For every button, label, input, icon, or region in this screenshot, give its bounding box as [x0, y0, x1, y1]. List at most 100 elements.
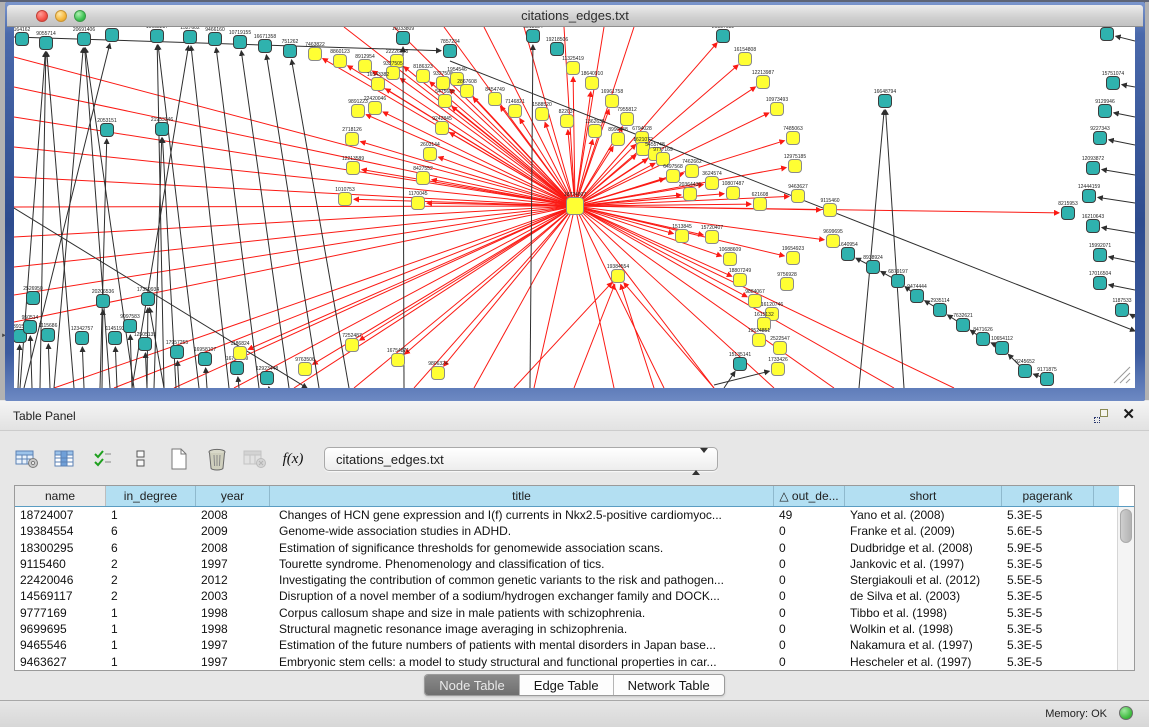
network-node-selected[interactable]: 2867608 [457, 79, 477, 98]
network-node-teal[interactable]: 164162 [14, 27, 31, 46]
network-node-selected[interactable]: 7955812 [617, 107, 637, 126]
cell-out_de[interactable]: 0 [774, 605, 845, 621]
network-node-selected[interactable]: 8427552 [413, 166, 433, 185]
network-node-teal[interactable]: 7857234 [440, 39, 460, 58]
cell-pagerank[interactable]: 5.6E-5 [1002, 523, 1094, 539]
cell-year[interactable]: 1997 [196, 654, 270, 670]
network-node-selected[interactable]: 2718126 [342, 127, 362, 146]
tab-edge-table[interactable]: Edge Table [520, 675, 614, 695]
network-node-selected[interactable]: 1170045 [408, 191, 427, 210]
cell-pagerank[interactable]: 5.3E-5 [1002, 605, 1094, 621]
network-node-teal[interactable]: 1986371 [102, 27, 122, 42]
network-node-selected[interactable]: 20364436 [679, 182, 701, 201]
network-node-teal[interactable]: 15992071 [1089, 243, 1111, 262]
vertical-scrollbar[interactable] [1117, 507, 1134, 670]
cell-pagerank[interactable]: 5.3E-5 [1002, 556, 1094, 572]
network-node-teal[interactable]: 9245652 [1015, 359, 1035, 378]
cell-in_degree[interactable]: 1 [106, 605, 196, 621]
network-node-teal[interactable]: 2053151 [97, 118, 117, 137]
delete-rows-trash-icon[interactable] [204, 447, 230, 471]
cell-name[interactable]: 19384554 [15, 523, 106, 539]
canvas-resize-grip[interactable] [1114, 367, 1130, 383]
cell-in_degree[interactable]: 1 [106, 654, 196, 670]
table-body[interactable]: 18724007 1 2008Changes of HCN gene express… [15, 507, 1117, 670]
network-node-selected[interactable]: 18724007 [564, 192, 586, 215]
network-node-teal[interactable]: 16671358 [254, 34, 276, 53]
network-node-selected[interactable]: 9242845 [432, 116, 452, 135]
network-node-selected[interactable]: 10807487 [722, 181, 744, 200]
network-node-selected[interactable]: 8454749 [485, 87, 505, 106]
memory-ok-indicator-icon[interactable] [1119, 706, 1133, 720]
network-node-teal[interactable]: 15135141 [729, 352, 751, 371]
cell-name[interactable]: 9465546 [15, 637, 106, 653]
network-node-teal[interactable]: 16033809 [392, 27, 414, 45]
new-table-icon[interactable] [166, 447, 192, 471]
cell-title[interactable]: Estimation of significance thresholds fo… [270, 540, 774, 556]
table-header-row[interactable]: namein_degreeyeartitle△ out_de...shortpa… [15, 486, 1134, 507]
network-node-teal[interactable]: 1527602 [180, 27, 200, 44]
network-node-selected[interactable]: 8186323 [413, 64, 433, 83]
cell-short[interactable]: Yano et al. (2008) [845, 507, 1002, 523]
network-node-teal[interactable]: 9171875 [1037, 367, 1057, 386]
cell-year[interactable]: 1997 [196, 556, 270, 572]
cell-title[interactable]: Tourette syndrome. Phenomenology and cla… [270, 556, 774, 572]
close-panel-icon[interactable]: ✕ [1122, 406, 1135, 424]
cell-title[interactable]: Structural magnetic resonance image aver… [270, 621, 774, 637]
network-node-selected[interactable]: 16961758 [601, 89, 623, 108]
network-window-titlebar[interactable]: citations_edges.txt [7, 5, 1143, 27]
network-node-teal[interactable]: 21953346 [151, 117, 173, 136]
network-node-teal[interactable]: 16210643 [1082, 214, 1104, 233]
cell-name[interactable]: 9777169 [15, 605, 106, 621]
tab-node-table[interactable]: Node Table [425, 675, 520, 695]
network-node-selected[interactable]: 12213987 [752, 70, 774, 89]
network-node-selected[interactable]: 8912954 [355, 54, 375, 73]
network-node-selected[interactable]: 5475685 [435, 89, 455, 108]
network-node-selected[interactable]: 8990448 [608, 127, 628, 146]
table-row[interactable]: 969969511998Structural magnetic resonanc… [15, 621, 1117, 637]
network-node-selected[interactable]: 6497568 [663, 164, 683, 183]
cell-name[interactable]: 9699695 [15, 621, 106, 637]
table-row[interactable]: 1456911722003Disruption of a novel membe… [15, 588, 1117, 604]
column-header-in_degree[interactable]: in_degree [106, 486, 196, 506]
network-node-selected[interactable]: 18807249 [729, 268, 751, 287]
network-node-selected[interactable]: 621608 [752, 192, 769, 211]
network-node-teal[interactable]: 8215953 [1058, 201, 1078, 220]
network-node-selected[interactable]: 9756928 [777, 272, 797, 291]
column-select-icon[interactable] [52, 447, 78, 471]
cell-out_de[interactable]: 0 [774, 621, 845, 637]
network-node-selected[interactable]: 1588520 [532, 102, 552, 121]
cell-year[interactable]: 2008 [196, 507, 270, 523]
table-settings-icon[interactable] [14, 447, 40, 471]
network-node-teal[interactable]: 7632621 [953, 313, 973, 332]
cell-pagerank[interactable]: 5.5E-5 [1002, 572, 1094, 588]
cell-year[interactable]: 2012 [196, 572, 270, 588]
network-node-selected[interactable]: 19654923 [782, 246, 804, 265]
network-node-selected[interactable]: 822037 [559, 109, 576, 128]
network-node-selected[interactable]: 7462662 [682, 159, 702, 178]
cell-short[interactable]: Stergiakouli et al. (2012) [845, 572, 1002, 588]
network-node-teal[interactable]: 1640954 [838, 242, 858, 261]
cell-title[interactable]: Disruption of a novel member of a sodium… [270, 588, 774, 604]
network-node-teal[interactable]: 1145193 [105, 326, 124, 345]
network-node-selected[interactable]: 7252487 [342, 333, 362, 352]
network-node-teal[interactable]: 9129946 [1095, 99, 1115, 118]
network-node-selected[interactable]: 10973493 [766, 97, 788, 116]
cell-out_de[interactable]: 0 [774, 588, 845, 604]
network-node-teal[interactable]: 15751074 [1102, 71, 1124, 90]
network-node-selected[interactable]: 1733426 [768, 357, 788, 376]
cell-out_de[interactable]: 0 [774, 572, 845, 588]
network-node-teal[interactable]: 10653287 [146, 27, 168, 43]
network-node-selected[interactable]: 16543382 [367, 72, 389, 91]
cell-title[interactable]: Changes of HCN gene expression and I(f) … [270, 507, 774, 523]
network-node-teal[interactable]: 16648794 [874, 89, 896, 108]
cell-short[interactable]: Tibbo et al. (1998) [845, 605, 1002, 621]
table-row[interactable]: 1872400712008Changes of HCN gene express… [15, 507, 1117, 523]
table-chooser-combobox[interactable]: citations_edges.txt [324, 447, 718, 471]
cell-name[interactable]: 18724007 [15, 507, 106, 523]
network-node-teal[interactable]: 6879197 [888, 269, 908, 288]
network-node-selected[interactable]: 7463822 [305, 42, 325, 61]
network-node-selected[interactable]: 10688609 [719, 247, 741, 266]
cell-pagerank[interactable]: 5.3E-5 [1002, 621, 1094, 637]
cell-in_degree[interactable]: 6 [106, 540, 196, 556]
network-node-selected[interactable]: 19524851 [748, 328, 770, 347]
